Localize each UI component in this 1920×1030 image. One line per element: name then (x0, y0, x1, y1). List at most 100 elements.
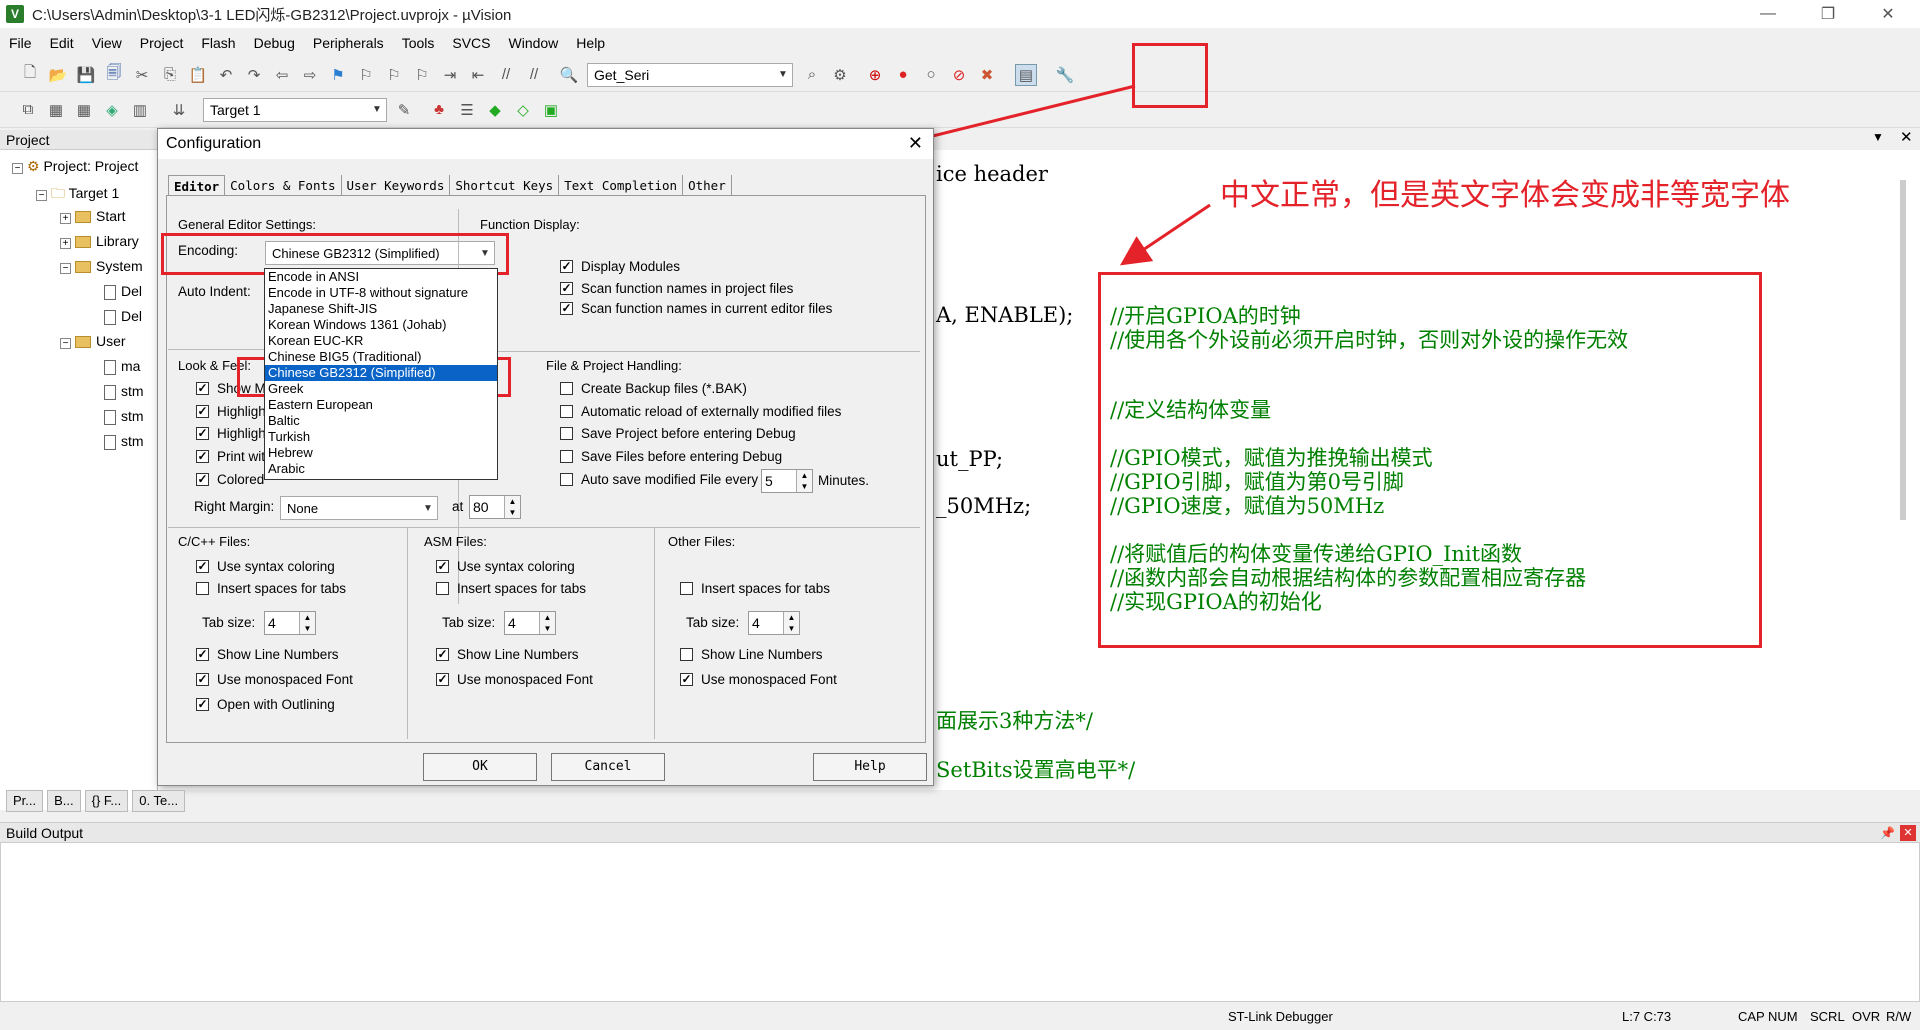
status-position: L:7 C:73 (1622, 1009, 1672, 1024)
encoding-option[interactable]: Encode in ANSI (265, 269, 497, 285)
check-icon: ✓ (560, 301, 573, 315)
look-feel-checkbox[interactable]: ✓ Print wit (196, 449, 265, 464)
asm-tabsize-label: Tab size: (442, 615, 496, 630)
build-output-title: Build Output (6, 825, 84, 841)
spin-arrows-icon[interactable]: ▲ ▼ (783, 612, 799, 634)
asm-syntax-checkbox[interactable]: ✓ Use syntax coloring (436, 559, 575, 574)
tab-colors-fonts[interactable]: Colors & Fonts (225, 175, 342, 197)
status-debugger: ST-Link Debugger (1228, 1009, 1333, 1024)
other-linenums-checkbox[interactable]: Show Line Numbers (680, 647, 823, 662)
arrow-to-comments (1120, 203, 1211, 266)
asm-mono-checkbox[interactable]: ✓ Use monospaced Font (436, 672, 593, 687)
build-output-header: Build Output 📌 ✕ (0, 822, 1920, 842)
check-icon: ✓ (436, 559, 449, 573)
status-rw: R/W (1886, 1009, 1912, 1024)
encoding-option[interactable]: Turkish (265, 429, 497, 445)
right-margin-select[interactable]: None ▼ (280, 496, 438, 520)
encoding-dropdown-list: Encode in ANSI Encode in UTF-8 without s… (264, 268, 498, 480)
spin-arrows-icon[interactable]: ▲ ▼ (299, 612, 315, 634)
look-feel-checkbox[interactable]: ✓ Colored (196, 472, 264, 487)
encoding-option[interactable]: Encode in UTF-8 without signature (265, 285, 497, 301)
tab-editor[interactable]: Editor (168, 175, 226, 197)
encoding-option[interactable]: Hebrew (265, 445, 497, 461)
asm-files-label: ASM Files: (424, 534, 487, 549)
pin-icon[interactable]: 📌 (1880, 823, 1895, 843)
build-output-pane[interactable] (0, 842, 1920, 1002)
close-icon[interactable]: ✕ (1900, 825, 1916, 841)
other-spaces-checkbox[interactable]: Insert spaces for tabs (680, 581, 830, 596)
encoding-option[interactable]: Arabic (265, 461, 497, 477)
spin-arrows-icon[interactable]: ▲ ▼ (504, 496, 520, 518)
tab-shortcut-keys[interactable]: Shortcut Keys (450, 175, 560, 197)
display-modules-checkbox[interactable]: ✓ Display Modules (560, 259, 680, 274)
check-icon: ✓ (196, 404, 209, 418)
status-num: NUM (1768, 1009, 1798, 1024)
encoding-option[interactable]: Eastern European (265, 397, 497, 413)
c-linenums-checkbox[interactable]: ✓ Show Line Numbers (196, 647, 339, 662)
create-backup-checkbox[interactable]: Create Backup files (*.BAK) (560, 381, 747, 396)
other-mono-checkbox[interactable]: ✓ Use monospaced Font (680, 672, 837, 687)
auto-indent-label: Auto Indent: (178, 284, 251, 299)
check-icon: ✓ (196, 647, 209, 661)
other-files-label: Other Files: (668, 534, 736, 549)
asm-spaces-checkbox[interactable]: Insert spaces for tabs (436, 581, 586, 596)
tab-text-completion[interactable]: Text Completion (559, 175, 684, 197)
check-icon: ✓ (196, 426, 209, 440)
encoding-option[interactable]: Japanese Shift-JIS (265, 301, 497, 317)
save-project-debug-checkbox[interactable]: Save Project before entering Debug (560, 426, 796, 441)
scan-editor-checkbox[interactable]: ✓ Scan function names in current editor f… (560, 301, 832, 316)
tab-user-keywords[interactable]: User Keywords (342, 175, 451, 197)
chevron-down-icon[interactable]: ▼ (419, 497, 437, 519)
encoding-option[interactable]: Korean EUC-KR (265, 333, 497, 349)
scan-project-checkbox[interactable]: ✓ Scan function names in project files (560, 281, 793, 296)
c-mono-checkbox[interactable]: ✓ Use monospaced Font (196, 672, 353, 687)
asm-tabsize-spinner[interactable]: 4 ▲ ▼ (504, 611, 556, 635)
look-feel-checkbox[interactable]: ✓ Highligh (196, 404, 266, 419)
check-icon: ✓ (560, 259, 573, 273)
auto-save-checkbox[interactable]: Auto save modified File every (560, 472, 758, 487)
spin-arrows-icon[interactable]: ▲ ▼ (796, 470, 812, 492)
look-feel-checkbox[interactable]: ✓ Highligh (196, 426, 266, 441)
file-project-handling-label: File & Project Handling: (546, 358, 682, 373)
check-icon: ✓ (196, 449, 209, 463)
encoding-option[interactable]: Greek (265, 381, 497, 397)
encoding-option-selected[interactable]: Chinese GB2312 (Simplified) (265, 365, 497, 381)
general-settings-label: General Editor Settings: (178, 217, 317, 232)
c-spaces-checkbox[interactable]: Insert spaces for tabs (196, 581, 346, 596)
encoding-option[interactable]: Chinese BIG5 (Traditional) (265, 349, 497, 365)
encoding-option[interactable]: Korean Windows 1361 (Johab) (265, 317, 497, 333)
dialog-title: Configuration (158, 129, 933, 159)
asm-linenums-checkbox[interactable]: ✓ Show Line Numbers (436, 647, 579, 662)
other-tabsize-label: Tab size: (686, 615, 740, 630)
check-icon: ✓ (680, 672, 693, 686)
tab-books[interactable]: B... (47, 790, 81, 812)
check-icon: ✓ (196, 472, 209, 486)
check-icon: ✓ (196, 672, 209, 686)
tab-functions[interactable]: {} F... (84, 790, 129, 812)
c-outlining-checkbox[interactable]: ✓ Open with Outlining (196, 697, 335, 712)
project-bottom-tabs: Pr... B... {} F... 0. Te... (0, 788, 250, 814)
tab-project[interactable]: Pr... (6, 790, 44, 812)
auto-reload-checkbox[interactable]: Automatic reload of externally modified … (560, 404, 841, 419)
other-tabsize-spinner[interactable]: 4 ▲ ▼ (748, 611, 800, 635)
autosave-spinner[interactable]: 5 ▲ ▼ (761, 469, 813, 493)
tab-templates[interactable]: 0. Te... (132, 790, 186, 812)
right-margin-spinner[interactable]: 80 ▲ ▼ (469, 495, 521, 519)
check-icon: ✓ (196, 697, 209, 711)
cancel-button[interactable]: Cancel (551, 753, 665, 781)
c-syntax-checkbox[interactable]: ✓ Use syntax coloring (196, 559, 335, 574)
separator (460, 351, 920, 352)
c-tabsize-spinner[interactable]: 4 ▲ ▼ (264, 611, 316, 635)
help-button[interactable]: Help (813, 753, 927, 781)
tab-other[interactable]: Other (683, 175, 732, 197)
right-margin-value: None (287, 500, 319, 516)
separator (407, 527, 408, 739)
spin-arrows-icon[interactable]: ▲ ▼ (539, 612, 555, 634)
c-tabsize-label: Tab size: (202, 615, 256, 630)
status-scrl: SCRL (1810, 1009, 1845, 1024)
dialog-close-icon[interactable]: ✕ (908, 133, 923, 154)
minutes-label: Minutes. (818, 473, 870, 488)
ok-button[interactable]: OK (423, 753, 537, 781)
save-files-debug-checkbox[interactable]: Save Files before entering Debug (560, 449, 782, 464)
encoding-option[interactable]: Baltic (265, 413, 497, 429)
